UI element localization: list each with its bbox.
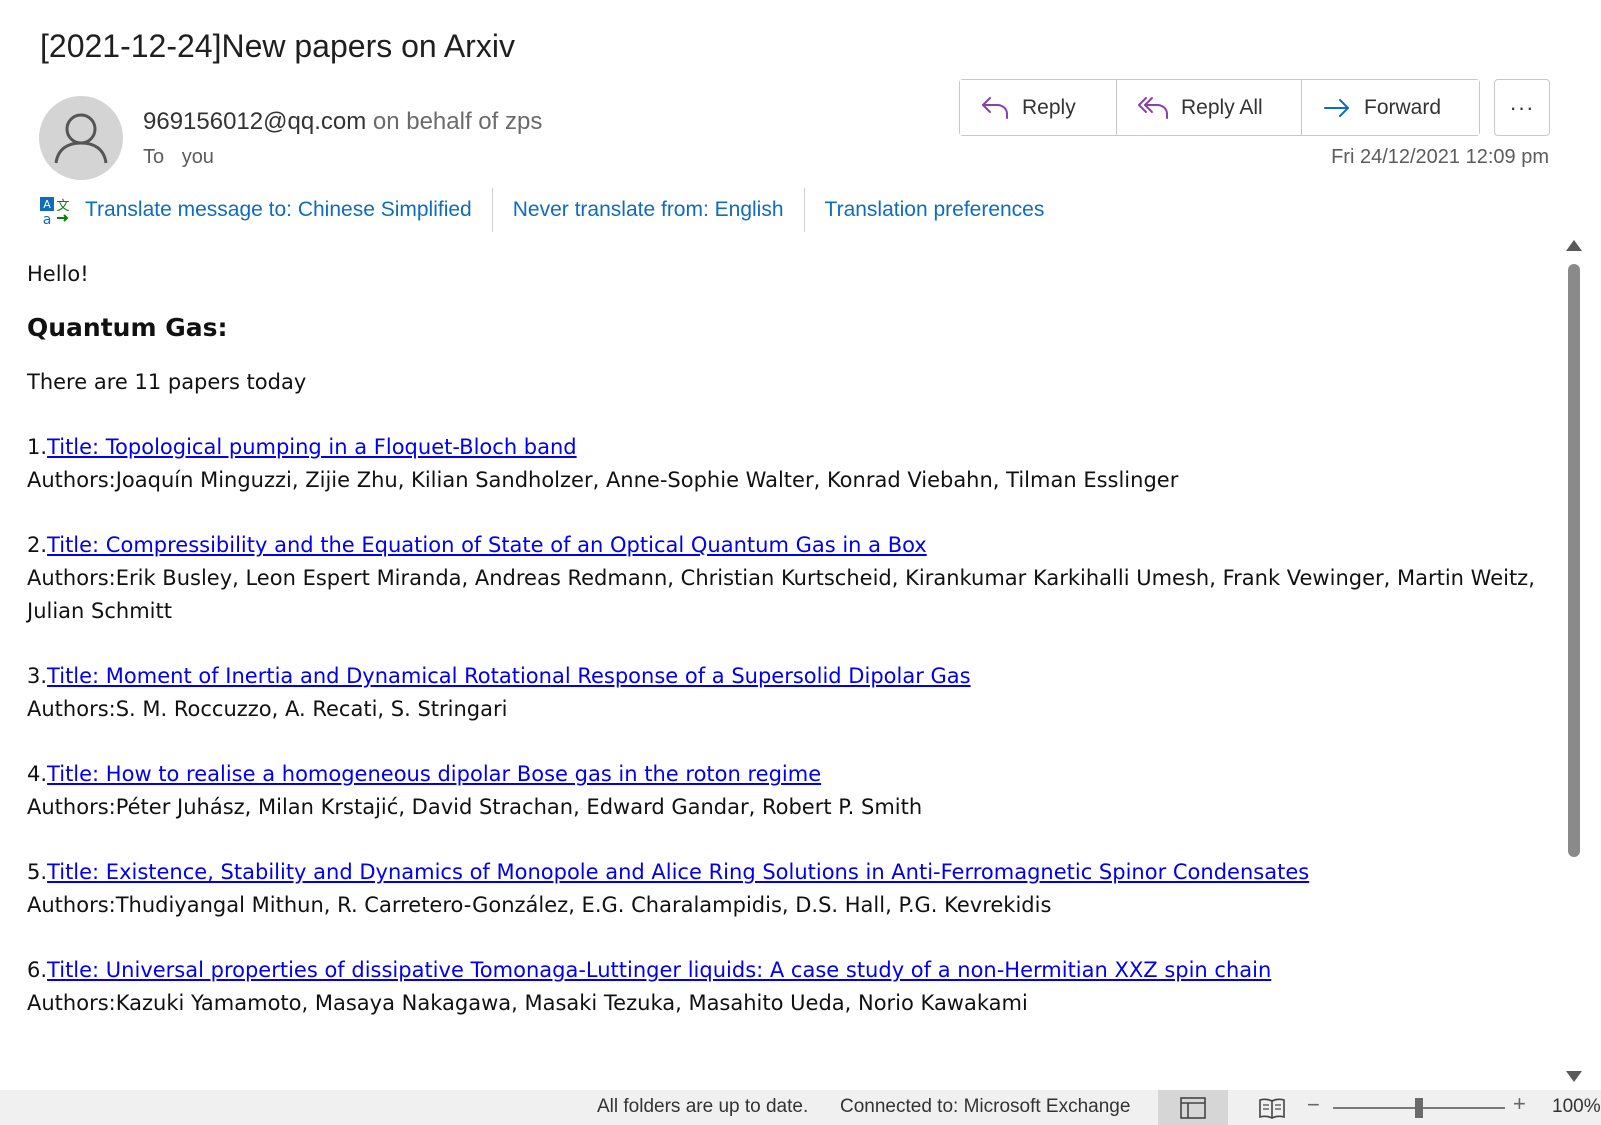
vertical-scrollbar[interactable] — [1563, 240, 1585, 1082]
paper-number: 4. — [27, 762, 48, 786]
sender-avatar[interactable] — [39, 96, 123, 180]
divider — [491, 188, 493, 232]
paper-number: 5. — [27, 860, 48, 884]
paper-authors: Authors:Erik Busley, Leon Espert Miranda… — [27, 566, 1535, 623]
connection-status[interactable]: Connected to: Microsoft Exchange — [840, 1096, 1130, 1118]
greeting: Hello! — [27, 262, 89, 286]
zoom-slider-thumb[interactable] — [1415, 1098, 1423, 1118]
reply-arrow-icon — [982, 96, 1008, 119]
to-label: To — [143, 146, 165, 168]
forward-label: Forward — [1364, 95, 1442, 119]
recipient-name[interactable]: you — [182, 146, 214, 168]
normal-view-button[interactable] — [1158, 1090, 1228, 1125]
reply-label: Reply — [1022, 95, 1076, 119]
message-body: Hello! Quantum Gas: There are 11 papers … — [27, 258, 1557, 1052]
translate-icon: A a 文 — [40, 197, 70, 226]
more-icon: ··· — [1509, 94, 1535, 120]
translation-preferences-link[interactable]: Translation preferences — [825, 198, 1045, 222]
svg-text:文: 文 — [56, 199, 69, 214]
sync-status: All folders are up to date. — [597, 1096, 809, 1117]
scroll-thumb[interactable] — [1568, 264, 1580, 857]
paper-item: 1.Title: Topological pumping in a Floque… — [27, 431, 1557, 497]
paper-title-link[interactable]: Title: Moment of Inertia and Dynamical R… — [47, 664, 971, 688]
svg-text:a: a — [43, 212, 52, 226]
reading-view-button[interactable] — [1247, 1090, 1297, 1125]
message-actions: Reply Reply All Forward — [959, 79, 1480, 136]
message-date: Fri 24/12/2021 12:09 pm — [1331, 146, 1549, 168]
paper-item: 2.Title: Compressibility and the Equatio… — [27, 529, 1557, 628]
reply-all-button[interactable]: Reply All — [1116, 80, 1301, 135]
translation-bar: A a 文 Translate message to: Chinese Simp… — [39, 188, 1044, 232]
reply-all-arrow-icon — [1138, 96, 1168, 119]
zoom-in-button[interactable]: + — [1513, 1091, 1526, 1117]
translate-message-link[interactable]: Translate message to: Chinese Simplified — [85, 198, 472, 222]
sender-behalf: on behalf of zps — [372, 108, 543, 135]
sender-email[interactable]: 969156012@qq.com — [143, 108, 366, 135]
scroll-down-arrow-icon[interactable] — [1566, 1071, 1582, 1082]
paper-title-link[interactable]: Title: Compressibility and the Equation … — [47, 533, 927, 557]
section-title: Quantum Gas: — [27, 313, 228, 342]
reply-all-label: Reply All — [1181, 95, 1263, 119]
scroll-up-arrow-icon[interactable] — [1566, 240, 1582, 251]
paper-authors: Authors:S. M. Roccuzzo, A. Recati, S. St… — [27, 697, 508, 721]
status-bar: All folders are up to date. Connected to… — [0, 1090, 1601, 1125]
never-translate-link[interactable]: Never translate from: English — [513, 198, 784, 222]
paper-title-link[interactable]: Title: How to realise a homogeneous dipo… — [47, 762, 821, 786]
paper-title-link[interactable]: Title: Existence, Stability and Dynamics… — [47, 860, 1309, 884]
paper-number: 3. — [27, 664, 48, 688]
zoom-level[interactable]: 100% — [1552, 1096, 1601, 1118]
sender-line: 969156012@qq.com on behalf of zps — [143, 108, 542, 136]
paper-item: 6.Title: Universal properties of dissipa… — [27, 954, 1557, 1020]
message-subject: [2021-12-24]New papers on Arxiv — [40, 28, 515, 64]
more-actions-button[interactable]: ··· — [1494, 79, 1550, 136]
reading-view-icon — [1259, 1098, 1285, 1119]
zoom-out-button[interactable]: − — [1307, 1092, 1320, 1118]
paper-authors: Authors:Thudiyangal Mithun, R. Carretero… — [27, 893, 1052, 917]
forward-button[interactable]: Forward — [1301, 80, 1479, 135]
paper-number: 6. — [27, 958, 48, 982]
paper-number: 1. — [27, 435, 48, 459]
divider — [803, 188, 805, 232]
paper-item: 3.Title: Moment of Inertia and Dynamical… — [27, 660, 1557, 726]
reply-button[interactable]: Reply — [960, 80, 1116, 135]
paper-authors: Authors:Kazuki Yamamoto, Masaya Nakagawa… — [27, 991, 1028, 1015]
paper-title-link[interactable]: Title: Topological pumping in a Floquet-… — [47, 435, 577, 459]
forward-arrow-icon — [1324, 98, 1349, 117]
paper-number: 2. — [27, 533, 48, 557]
recipient-line: To you — [143, 146, 214, 169]
paper-authors: Authors:Joaquín Minguzzi, Zijie Zhu, Kil… — [27, 468, 1179, 492]
paper-title-link[interactable]: Title: Universal properties of dissipati… — [47, 958, 1271, 982]
svg-text:A: A — [43, 198, 51, 211]
person-icon — [54, 113, 108, 164]
paper-authors: Authors:Péter Juhász, Milan Krstajić, Da… — [27, 795, 923, 819]
paper-item: 5.Title: Existence, Stability and Dynami… — [27, 856, 1557, 922]
paper-count: There are 11 papers today — [27, 370, 307, 394]
paper-item: 4.Title: How to realise a homogeneous di… — [27, 758, 1557, 824]
normal-view-icon — [1180, 1096, 1206, 1119]
